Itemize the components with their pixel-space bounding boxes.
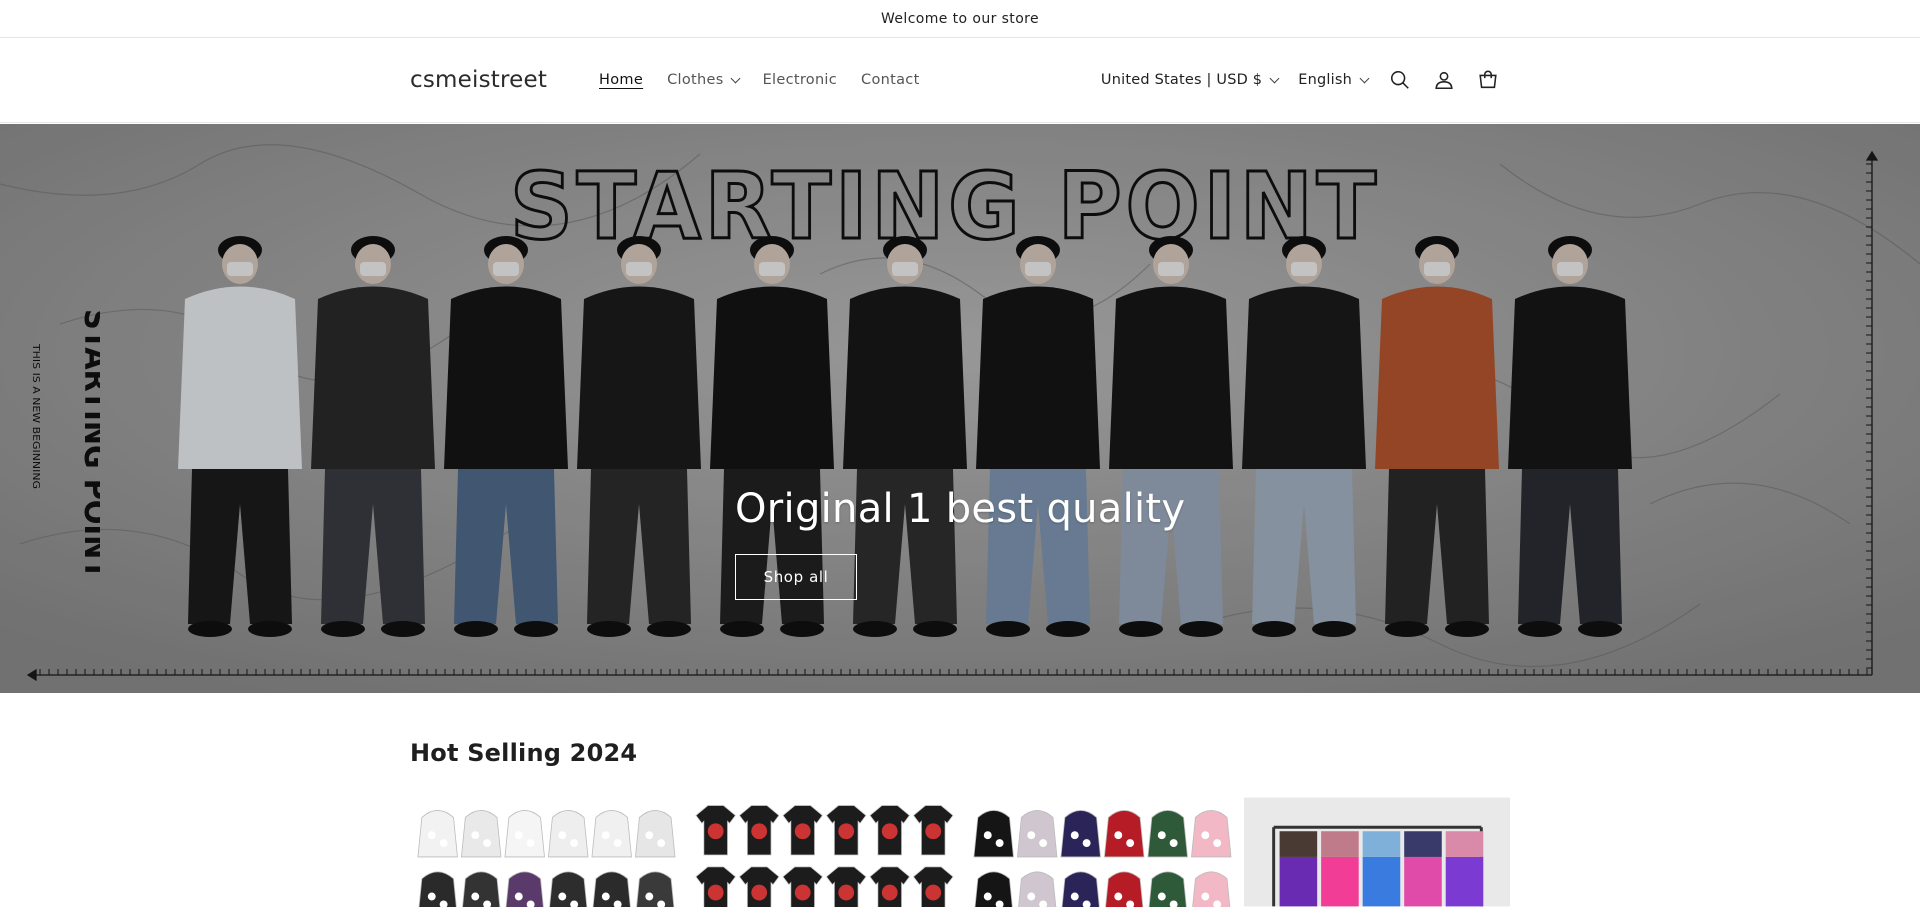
- chevron-down-icon: [1359, 73, 1370, 83]
- nav-contact[interactable]: Contact: [849, 72, 932, 88]
- country-selector[interactable]: United States | USD $: [1091, 72, 1288, 88]
- announcement-text: Welcome to our store: [880, 10, 1040, 27]
- product-card[interactable]: [966, 797, 1232, 907]
- product-card[interactable]: [688, 797, 954, 907]
- nav-clothes[interactable]: Clothes: [655, 72, 750, 88]
- nav-electronic-label: Electronic: [762, 72, 838, 88]
- site-header: csmeistreet Home Clothes Electronic Cont…: [0, 38, 1920, 123]
- search-button[interactable]: [1378, 58, 1422, 102]
- language-selector[interactable]: English: [1288, 72, 1378, 88]
- account-icon: [1435, 71, 1453, 90]
- nav-contact-label: Contact: [861, 72, 920, 88]
- main-nav: Home Clothes Electronic Contact: [587, 72, 932, 88]
- account-button[interactable]: [1422, 58, 1466, 102]
- nav-home-label: Home: [599, 72, 644, 88]
- language-selector-label: English: [1298, 72, 1352, 88]
- product-grid: [410, 797, 1510, 907]
- shop-all-button[interactable]: Shop all: [735, 554, 857, 600]
- cart-icon: [1479, 70, 1497, 89]
- chevron-down-icon: [730, 73, 741, 83]
- product-image: [1244, 797, 1510, 907]
- nav-electronic[interactable]: Electronic: [751, 72, 849, 88]
- announcement-bar: Welcome to our store: [0, 0, 1920, 38]
- product-image: [966, 797, 1232, 907]
- section-title: Hot Selling 2024: [410, 739, 638, 767]
- hero-heading: Original 1 best quality: [735, 486, 1186, 532]
- featured-collection: Hot Selling 2024: [0, 693, 1920, 907]
- nav-clothes-label: Clothes: [667, 72, 724, 88]
- chevron-down-icon: [1269, 73, 1280, 83]
- search-icon: [1390, 70, 1409, 89]
- store-logo[interactable]: csmeistreet: [410, 67, 547, 93]
- product-image: [410, 797, 676, 907]
- nav-home[interactable]: Home: [587, 72, 655, 88]
- hero-banner: STARTING POINT STARTING POINT THIS IS A …: [0, 124, 1920, 693]
- product-card[interactable]: [410, 797, 676, 907]
- product-card[interactable]: [1244, 797, 1510, 907]
- hero-overlay: [0, 124, 1920, 693]
- hero-content: Original 1 best quality Shop all: [735, 486, 1185, 600]
- product-image: [688, 797, 954, 907]
- cart-button[interactable]: [1466, 58, 1510, 102]
- country-selector-label: United States | USD $: [1100, 72, 1263, 88]
